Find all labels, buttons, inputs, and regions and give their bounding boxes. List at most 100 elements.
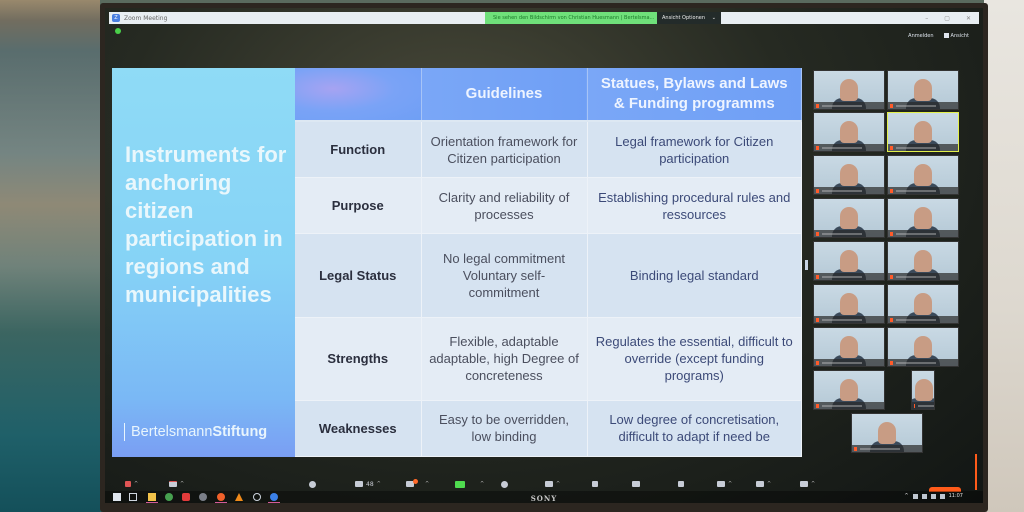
reactions-button[interactable] xyxy=(678,478,684,490)
header-statutes: Statues, Bylaws and Laws & Funding progr… xyxy=(587,68,802,122)
captions-button[interactable]: ^ xyxy=(545,478,560,490)
minimize-button[interactable]: – xyxy=(925,15,928,22)
record-button[interactable] xyxy=(501,478,508,490)
mic-muted-icon xyxy=(816,403,819,408)
participant-name xyxy=(896,318,936,321)
polls-button[interactable] xyxy=(592,478,598,490)
participant-tile[interactable] xyxy=(813,112,885,152)
participant-tile[interactable] xyxy=(887,155,959,195)
participant-tile[interactable] xyxy=(813,241,885,281)
participant-nameplate xyxy=(888,359,958,366)
mic-muted-icon xyxy=(816,188,819,193)
caret-up-icon[interactable]: ^ xyxy=(180,481,184,487)
caret-up-icon[interactable]: ^ xyxy=(767,481,771,487)
start-video-button[interactable]: ^ xyxy=(169,478,184,490)
breakout-rooms-button[interactable] xyxy=(632,478,640,490)
monitor-brand: SONY xyxy=(530,494,558,503)
share-screen-button[interactable]: ^ xyxy=(455,478,484,490)
participant-name xyxy=(896,361,936,364)
brand-bold: Stiftung xyxy=(212,424,268,440)
participant-name xyxy=(896,146,936,149)
participant-tile[interactable] xyxy=(813,284,885,324)
more-button[interactable]: ^ xyxy=(800,478,815,490)
participant-name xyxy=(822,189,862,192)
caret-up-icon[interactable]: ^ xyxy=(377,481,381,487)
participant-nameplate xyxy=(852,445,922,452)
caret-up-icon[interactable]: ^ xyxy=(480,481,484,487)
close-button[interactable]: ✕ xyxy=(966,15,971,22)
participant-name xyxy=(896,232,936,235)
participants-icon xyxy=(355,481,363,487)
participant-tile[interactable] xyxy=(813,370,885,410)
participant-tile[interactable] xyxy=(813,198,885,238)
share-banner-text: Sie sehen den Bildschirm von Christian H… xyxy=(493,15,655,21)
participant-tile[interactable] xyxy=(813,155,885,195)
caret-up-icon[interactable]: ^ xyxy=(811,481,815,487)
participants-count: 48 xyxy=(366,480,374,488)
security-button[interactable] xyxy=(309,478,316,490)
participant-nameplate xyxy=(888,144,958,151)
mic-muted-icon xyxy=(816,360,819,365)
whiteboard-button[interactable]: ^ xyxy=(756,478,771,490)
sign-in-link[interactable]: Anmelden xyxy=(908,33,933,39)
apps-button[interactable]: ^ xyxy=(717,478,732,490)
cell-statutes: Regulates the essential, difficult to ov… xyxy=(587,317,802,401)
caret-up-icon[interactable]: ^ xyxy=(556,481,560,487)
caret-up-icon[interactable]: ^ xyxy=(425,481,429,487)
cell-statutes: Binding legal standard xyxy=(587,233,802,318)
mic-muted-icon xyxy=(890,360,893,365)
grid-view-icon xyxy=(943,33,949,38)
video-off-icon xyxy=(169,481,177,487)
table-row: Strengths Flexible, adaptable adaptable,… xyxy=(295,317,802,401)
table-header-row: Guidelines Statues, Bylaws and Laws & Fu… xyxy=(295,68,802,122)
breakout-rooms-icon xyxy=(632,481,640,487)
caret-up-icon[interactable]: ^ xyxy=(728,481,732,487)
mic-muted-icon xyxy=(890,274,893,279)
participant-nameplate xyxy=(888,187,958,194)
cell-statutes: Establishing procedural rules and ressou… xyxy=(587,177,802,235)
caret-up-icon[interactable]: ^ xyxy=(134,481,138,487)
mute-button[interactable]: ^ xyxy=(125,478,138,490)
participant-video xyxy=(878,422,896,444)
participant-tile[interactable] xyxy=(887,112,959,152)
record-icon xyxy=(501,480,508,488)
maximize-button[interactable]: ▢ xyxy=(944,15,950,22)
participant-video xyxy=(840,79,858,101)
participant-name xyxy=(822,404,862,407)
participant-name xyxy=(896,275,936,278)
participant-tile[interactable] xyxy=(887,198,959,238)
participant-name xyxy=(918,404,934,407)
panel-resize-handle[interactable] xyxy=(805,260,808,270)
row-label: Purpose xyxy=(295,177,422,235)
share-screen-icon xyxy=(455,480,465,488)
participant-video xyxy=(914,164,932,186)
participant-tile[interactable] xyxy=(911,370,935,410)
captions-icon xyxy=(545,481,553,487)
participant-tile[interactable] xyxy=(813,70,885,110)
participant-tile[interactable] xyxy=(887,241,959,281)
participant-nameplate xyxy=(814,230,884,237)
participant-name xyxy=(822,275,862,278)
mic-muted-icon xyxy=(816,231,819,236)
participant-tile[interactable] xyxy=(813,327,885,367)
view-button[interactable]: Ansicht xyxy=(943,33,969,39)
view-options-button[interactable]: Ansicht Optionen ⌄ xyxy=(657,12,721,24)
participant-video xyxy=(914,293,932,315)
apps-icon xyxy=(717,481,725,487)
chevron-down-icon: ⌄ xyxy=(711,15,716,21)
participant-tile[interactable] xyxy=(887,284,959,324)
mic-muted-icon xyxy=(816,317,819,322)
participant-nameplate xyxy=(888,316,958,323)
participant-video xyxy=(914,336,932,358)
participant-tile[interactable] xyxy=(887,327,959,367)
encryption-shield-icon[interactable] xyxy=(115,28,121,34)
mic-muted-icon xyxy=(854,446,857,451)
chat-button[interactable]: ^ xyxy=(406,478,429,490)
security-icon xyxy=(309,480,316,488)
participant-nameplate xyxy=(888,230,958,237)
participant-video xyxy=(914,79,932,101)
participant-tile[interactable] xyxy=(887,70,959,110)
mic-muted-icon xyxy=(890,188,893,193)
participant-tile[interactable] xyxy=(851,413,923,453)
participants-button[interactable]: 48 ^ xyxy=(355,478,381,490)
